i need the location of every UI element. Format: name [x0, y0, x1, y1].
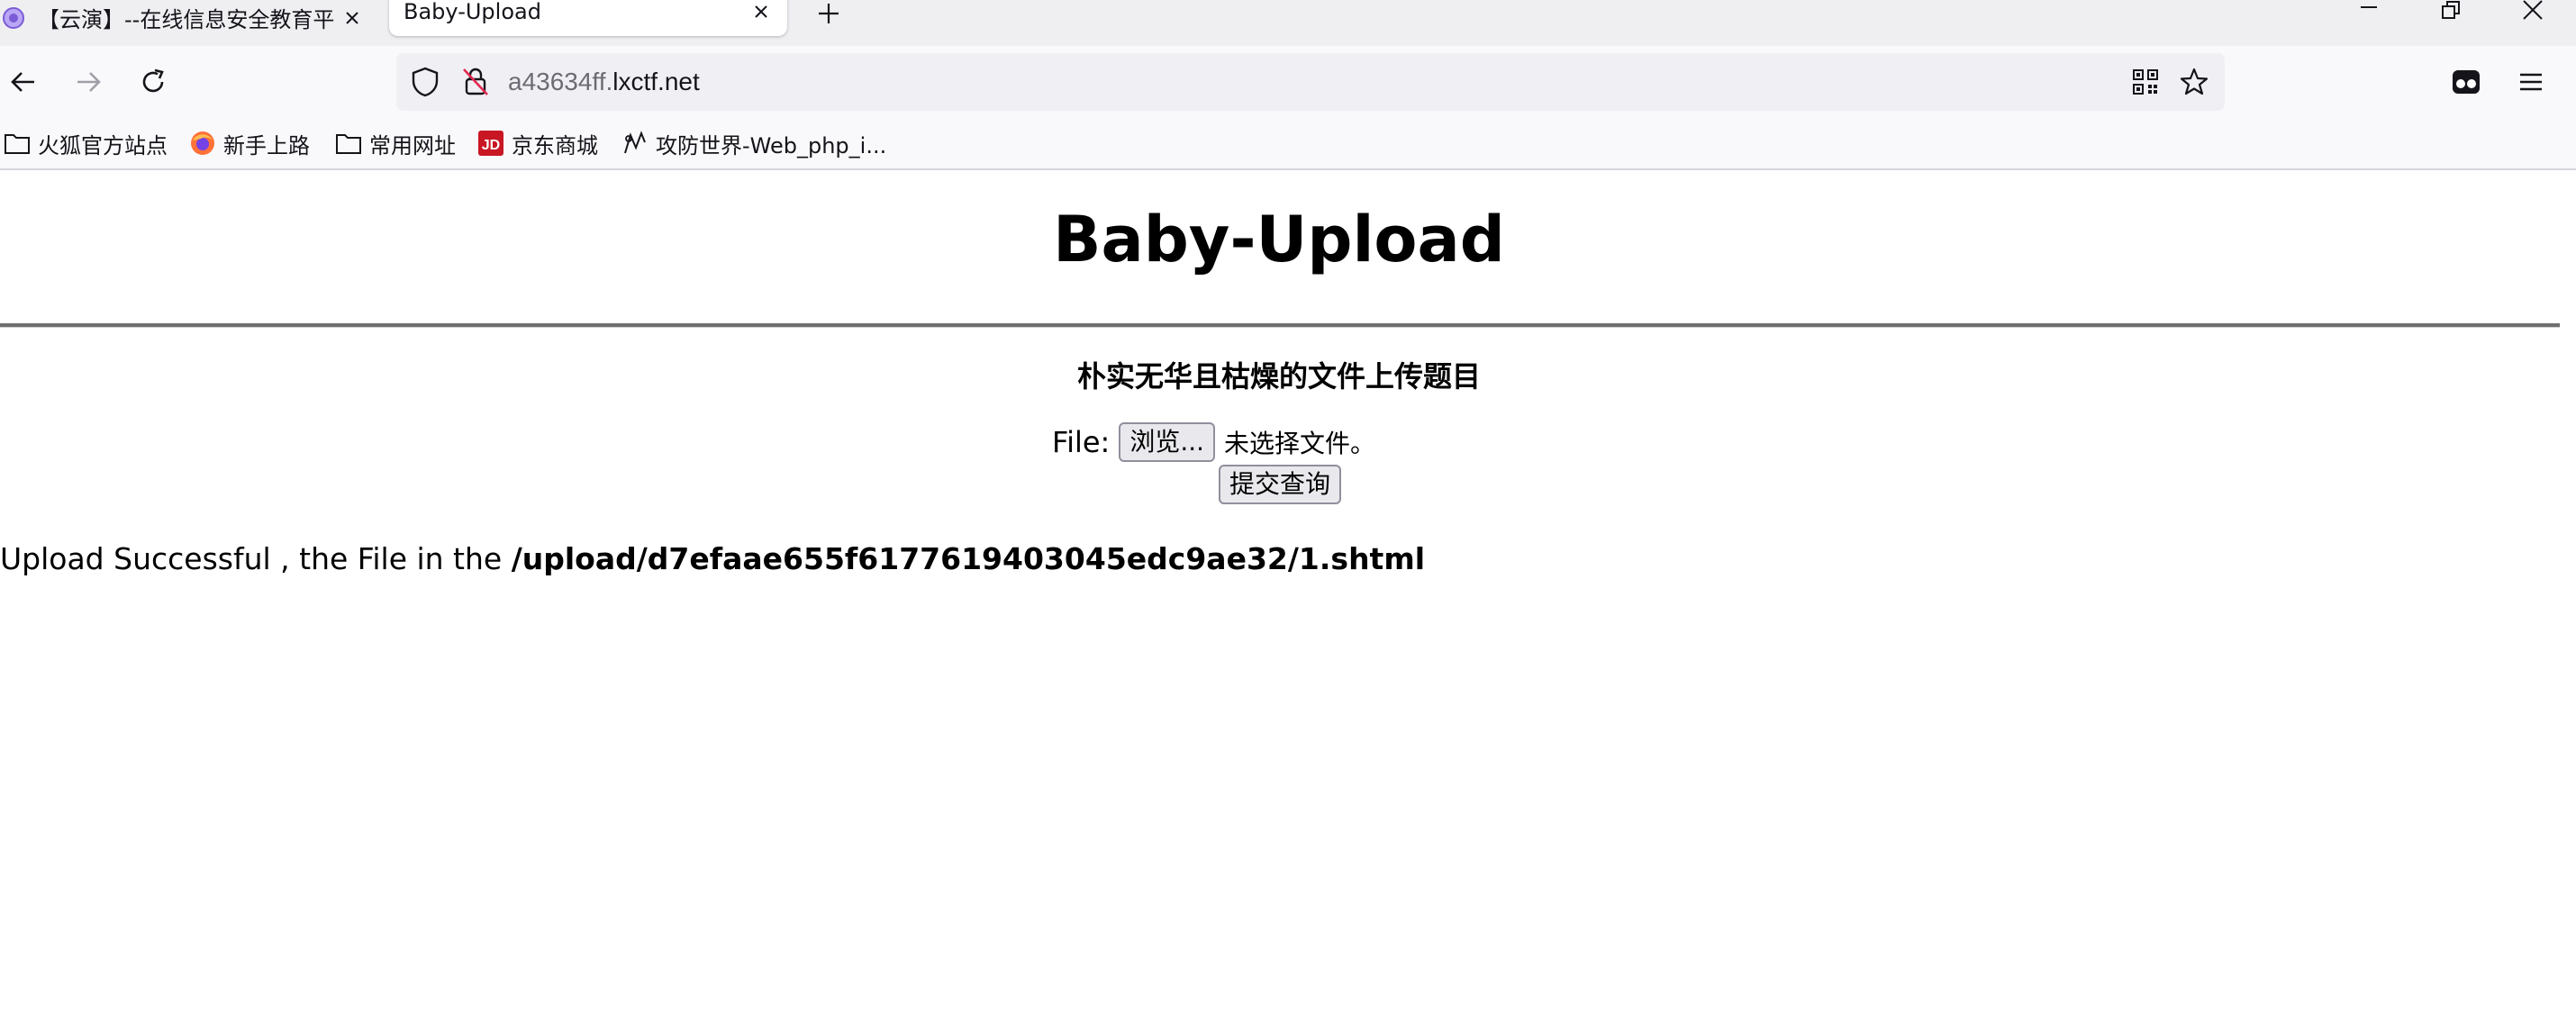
- upload-result: Upload Successful , the File in the /upl…: [0, 537, 1425, 582]
- url-text[interactable]: a43634ff.lxctf.net: [508, 53, 700, 111]
- bookmark-label: 新手上路: [223, 132, 310, 158]
- bookmark-item[interactable]: 攻防世界-Web_php_i...: [621, 118, 886, 168]
- menu-icon[interactable]: [2508, 59, 2554, 105]
- window-close-icon[interactable]: [2495, 0, 2571, 22]
- back-icon[interactable]: [0, 59, 47, 105]
- result-path: /upload/d7efaae655f6177619403045edc9ae32…: [511, 541, 1426, 576]
- extension-icon[interactable]: [2443, 59, 2490, 105]
- bookmarks-toolbar: 火狐官方站点 新手上路 常用网址 JD 京东商城 攻防世界-Web_php_i.…: [0, 118, 2576, 170]
- firefox-icon: [189, 130, 216, 157]
- nav-toolbar: a43634ff.lxctf.net: [0, 46, 2576, 118]
- qr-code-icon[interactable]: [2127, 64, 2163, 100]
- bookmark-item[interactable]: 新手上路: [189, 118, 310, 168]
- bookmark-item[interactable]: 常用网址: [335, 118, 456, 168]
- folder-icon: [4, 130, 31, 157]
- bookmark-label: 火狐官方站点: [38, 132, 168, 158]
- new-tab-icon[interactable]: [811, 0, 847, 27]
- result-prefix: Upload Successful , the File in the: [0, 541, 512, 576]
- bookmark-label: 攻防世界-Web_php_i...: [656, 132, 887, 158]
- jd-icon: JD: [477, 130, 504, 157]
- horizontal-divider: [0, 323, 2560, 328]
- page-subtitle: 朴实无华且枯燥的文件上传题目: [1076, 359, 1481, 394]
- tab-close-icon[interactable]: [748, 0, 775, 25]
- reload-icon[interactable]: [130, 59, 177, 105]
- tab-title: 【云演】--在线信息安全教育平: [38, 7, 335, 32]
- bookmark-item[interactable]: JD 京东商城: [477, 118, 598, 168]
- bookmark-star-icon[interactable]: [2176, 64, 2212, 100]
- no-file-selected-text: 未选择文件。: [1224, 429, 1376, 458]
- tab-yunyan[interactable]: 【云演】--在线信息安全教育平: [0, 0, 378, 46]
- address-bar[interactable]: a43634ff.lxctf.net: [396, 53, 2225, 111]
- submit-button[interactable]: 提交查询: [1219, 465, 1342, 504]
- insecure-lock-icon[interactable]: [458, 64, 494, 100]
- bookmark-label: 京东商城: [512, 132, 598, 158]
- forward-icon[interactable]: [65, 59, 112, 105]
- upload-form: File: 浏览... 未选择文件。: [1052, 420, 1375, 465]
- bookmark-label: 常用网址: [369, 132, 456, 158]
- tab-title: Baby-Upload: [404, 0, 541, 24]
- site-favicon-icon: [2, 6, 25, 30]
- browse-button[interactable]: 浏览...: [1119, 422, 1216, 462]
- svg-text:JD: JD: [482, 138, 500, 153]
- bookmark-item[interactable]: 火狐官方站点: [4, 118, 168, 168]
- page-title: Baby-Upload: [1053, 203, 1505, 276]
- restore-icon[interactable]: [2414, 0, 2490, 22]
- url-domain: lxctf.net: [612, 68, 700, 95]
- tab-strip: 【云演】--在线信息安全教育平 Baby-Upload: [0, 0, 2576, 46]
- folder-icon: [335, 130, 362, 157]
- tab-close-icon[interactable]: [339, 5, 366, 32]
- shield-icon[interactable]: [407, 64, 443, 100]
- tab-baby-upload[interactable]: Baby-Upload: [389, 0, 787, 36]
- url-subdomain: a43634ff.: [508, 68, 613, 95]
- file-label: File:: [1052, 425, 1111, 459]
- adworld-icon: [621, 130, 649, 157]
- minimize-icon[interactable]: [2331, 0, 2407, 22]
